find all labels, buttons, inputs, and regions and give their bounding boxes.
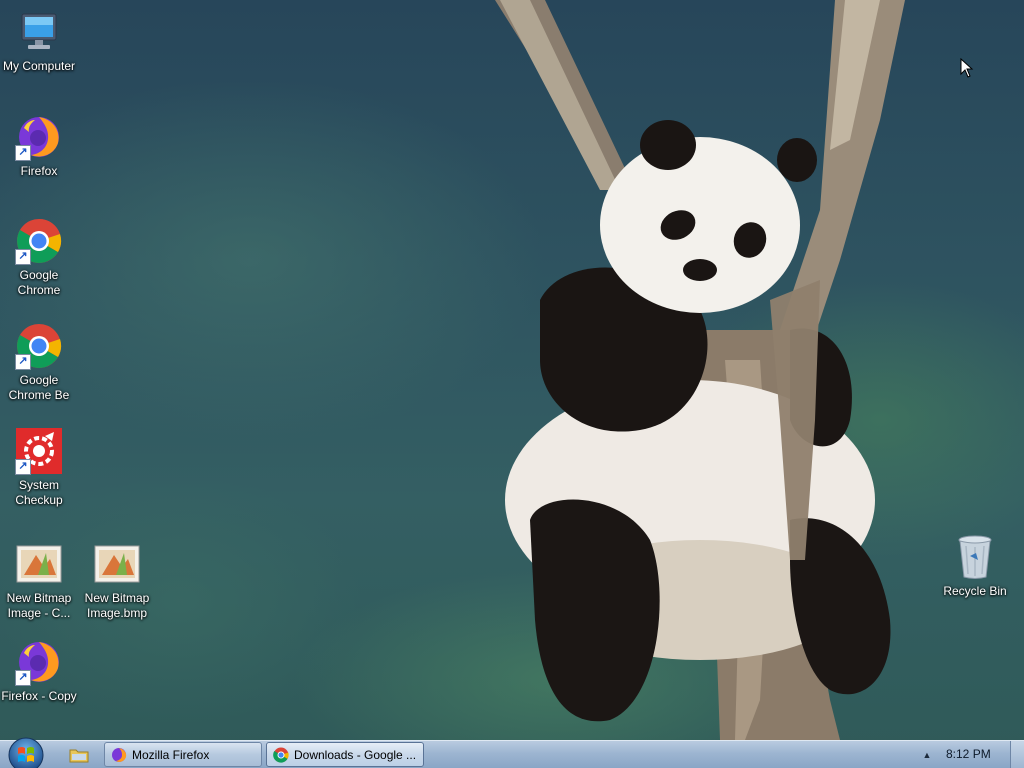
shortcut-arrow-icon: ↗ [15,459,31,475]
desktop-icon-label: New Bitmap Image - C... [6,591,72,620]
taskbar-button-chrome-downloads[interactable]: Downloads - Google ... [266,742,424,767]
system-checkup-icon: ↗ [15,427,63,475]
desktop-icon-google-chrome-beta[interactable]: ↗ Google Chrome Be [0,322,78,403]
taskbar-button-firefox[interactable]: Mozilla Firefox [104,742,262,767]
desktop-icon-label: Google Chrome Be [8,373,70,402]
desktop-icon-recycle-bin[interactable]: Recycle Bin [936,533,1014,599]
taskbar: Mozilla Firefox Downloads - Google ... ▲… [0,737,1024,768]
shortcut-arrow-icon: ↗ [15,670,31,686]
bitmap-image-icon [93,540,141,588]
chrome-icon [273,747,289,763]
desktop-icon-new-bitmap[interactable]: New Bitmap Image.bmp [78,540,156,621]
desktop-icon-firefox[interactable]: ↗ Firefox [0,113,78,179]
desktop-icon-firefox-copy[interactable]: ↗ Firefox - Copy [0,638,78,704]
desktop-icon-label: Recycle Bin [943,584,1007,598]
folder-icon[interactable] [66,744,92,766]
desktop-icon-label: My Computer [2,59,76,73]
mouse-pointer-icon [960,58,974,78]
show-hidden-icons-arrow[interactable]: ▲ [921,749,933,761]
desktop-icon-label: Google Chrome [17,268,61,297]
desktop-icon-new-bitmap-copy[interactable]: New Bitmap Image - C... [0,540,78,621]
wallpaper-panda-image [495,0,905,740]
desktop-icon-my-computer[interactable]: My Computer [0,8,78,74]
firefox-icon [112,747,127,762]
firefox-icon: ↗ [15,113,63,161]
system-clock[interactable]: 8:12 PM [946,747,991,761]
google-chrome-beta-icon: ↗ [15,322,63,370]
taskbar-button-label: Downloads - Google ... [294,747,417,762]
desktop-icon-label: Firefox - Copy [1,689,77,703]
desktop-icon-label: Firefox [20,164,58,178]
google-chrome-icon: ↗ [15,217,63,265]
recycle-bin-icon [951,533,999,581]
desktop-icon-label: New Bitmap Image.bmp [84,591,150,620]
windows-orb-icon[interactable] [6,735,46,768]
desktop-icon-system-checkup[interactable]: ↗ System Checkup [0,427,78,508]
show-desktop-button[interactable] [1010,741,1024,768]
desktop-icon-label: System Checkup [15,478,63,507]
my-computer-icon [15,8,63,56]
bitmap-image-icon [15,540,63,588]
shortcut-arrow-icon: ↗ [15,145,31,161]
shortcut-arrow-icon: ↗ [15,354,31,370]
shortcut-arrow-icon: ↗ [15,249,31,265]
desktop: My Computer ↗ Firefox ↗ Google Chrome ↗ … [0,0,1024,768]
firefox-icon: ↗ [15,638,63,686]
taskbar-button-label: Mozilla Firefox [132,747,210,762]
desktop-icon-google-chrome[interactable]: ↗ Google Chrome [0,217,78,298]
